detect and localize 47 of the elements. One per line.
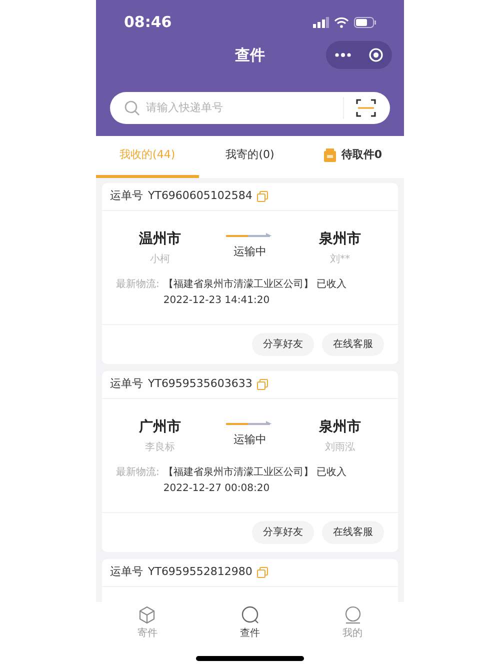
scan-icon[interactable]: [356, 99, 376, 117]
logistics-time: 2022-12-23 14:41:20: [163, 294, 271, 308]
logistics-label: 最新物流:: [116, 278, 160, 292]
destination-city: 泉州市: [319, 230, 361, 249]
waybill-number: YT6959535603633: [148, 376, 252, 392]
mini-program-capsule[interactable]: [326, 41, 392, 69]
search-icon: [124, 100, 140, 116]
signal-icon: [313, 16, 329, 28]
profile-icon: [344, 606, 362, 624]
search-field[interactable]: 请输入快递单号: [110, 92, 390, 124]
search-icon: [241, 606, 259, 624]
tab[interactable]: 我寄的(0): [198, 136, 302, 178]
recipient-name: 刘**: [330, 252, 350, 267]
search-input[interactable]: 请输入快递单号: [146, 100, 337, 116]
shipment-status: 运输中: [234, 244, 266, 260]
close-icon[interactable]: [369, 48, 383, 62]
waybill-number: YT6960605102584: [148, 188, 252, 204]
action-button[interactable]: 在线客服: [322, 333, 384, 356]
status-time: 08:46: [124, 12, 172, 33]
tab[interactable]: 待取件0: [301, 136, 404, 178]
shipment-status: 运输中: [234, 432, 266, 448]
parcel-locker-icon: [323, 148, 338, 163]
wifi-icon: [334, 16, 349, 28]
more-icon[interactable]: [335, 53, 351, 57]
waybill-number: YT6959552812980: [148, 564, 252, 580]
logistics-time: 2022-12-27 00:08:20: [163, 482, 271, 496]
route-arrow-icon: [226, 233, 274, 239]
battery-icon: [354, 16, 376, 28]
page-title: 查件: [235, 44, 265, 66]
waybill-label: 运单号: [110, 188, 143, 204]
destination-city: 泉州市: [319, 418, 361, 437]
action-button[interactable]: 在线客服: [322, 521, 384, 544]
logistics-update: 【福建省泉州市清濛工业区公司】 已收入: [163, 278, 347, 292]
sender-name: 李良标: [145, 440, 175, 455]
route-arrow-icon: [226, 421, 274, 427]
waybill-label: 运单号: [110, 564, 143, 580]
action-button[interactable]: 分享好友: [252, 521, 314, 544]
waybill-label: 运单号: [110, 376, 143, 392]
sender-name: 小柯: [150, 252, 170, 267]
recipient-name: 刘雨泓: [325, 440, 355, 455]
box-icon: [138, 606, 156, 624]
logistics-label: 最新物流:: [116, 466, 160, 480]
origin-city: 广州市: [139, 418, 181, 437]
action-button[interactable]: 分享好友: [252, 333, 314, 356]
origin-city: 温州市: [139, 230, 181, 249]
logistics-update: 【福建省泉州市清濛工业区公司】 已收入: [163, 466, 347, 480]
nav-tab[interactable]: 查件: [198, 606, 302, 641]
